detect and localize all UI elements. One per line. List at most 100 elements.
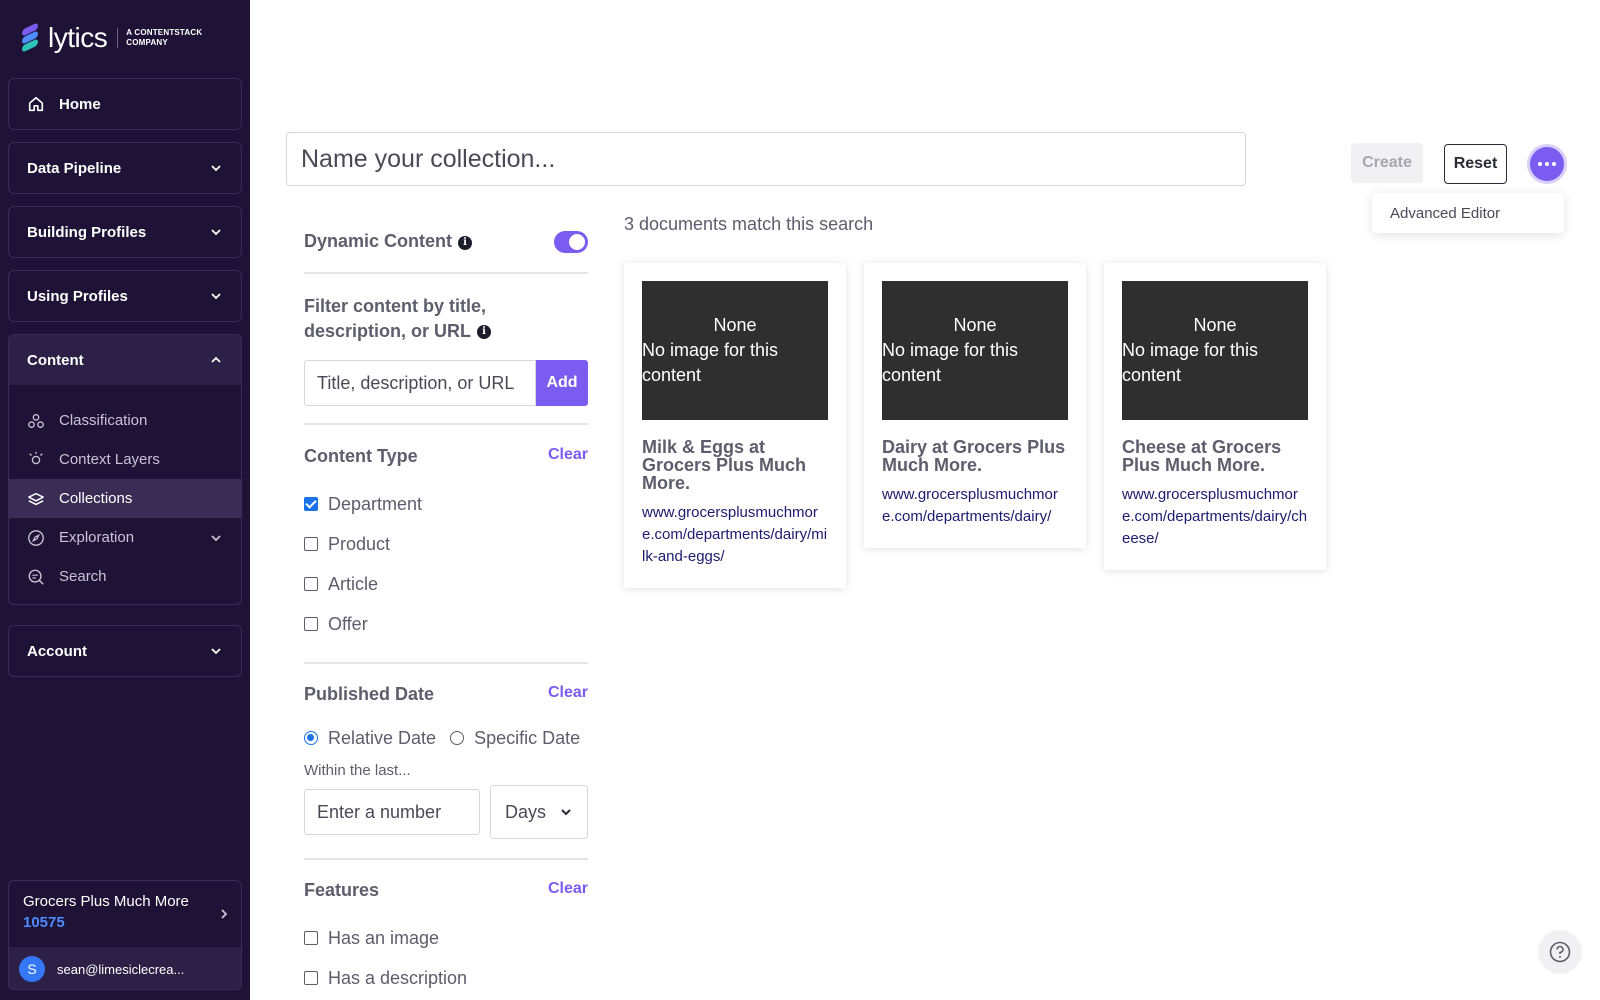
card-title: Cheese at Grocers Plus Much More. — [1122, 437, 1282, 475]
user-menu[interactable]: S sean@limesiclecrea... — [9, 947, 241, 989]
help-icon — [1549, 941, 1571, 963]
sidebar-item-label: Exploration — [59, 529, 135, 546]
checkbox[interactable] — [304, 497, 318, 511]
menu-item-advanced-editor[interactable]: Advanced Editor — [1372, 193, 1564, 233]
sidebar-item-label: Classification — [59, 412, 148, 429]
checkbox-label: Department — [328, 493, 423, 514]
checkbox-article[interactable]: Article — [304, 564, 588, 604]
text-filter-section: Filter content by title, description, or… — [304, 294, 588, 406]
nav-building-profiles[interactable]: Building Profiles — [8, 206, 242, 258]
card-image-placeholder: None No image for this content — [882, 281, 1068, 420]
card-image-label: None — [1193, 315, 1237, 335]
nav-content-group: Content Classification Context Layers Co… — [8, 334, 242, 605]
classification-icon — [28, 413, 44, 428]
dynamic-content-toggle[interactable] — [554, 231, 588, 253]
card-title: Dairy at Grocers Plus Much More. — [882, 437, 1066, 475]
checkbox-label: Offer — [328, 613, 368, 634]
card-url[interactable]: www.grocersplusmuchmore.com/departments/… — [882, 484, 1068, 528]
chevron-down-icon — [211, 293, 221, 300]
checkbox[interactable] — [304, 537, 318, 551]
number-input[interactable] — [304, 789, 480, 835]
radio-label: Specific Date — [474, 727, 581, 748]
checkbox[interactable] — [304, 577, 318, 591]
dynamic-content-label: Dynamic Content — [304, 231, 453, 251]
account-switcher[interactable]: Grocers Plus Much More 10575 S sean@lime… — [8, 880, 242, 990]
account-name: Grocers Plus Much More — [23, 893, 189, 910]
checkbox-product[interactable]: Product — [304, 524, 588, 564]
nav-account-label: Account — [27, 642, 87, 660]
card-image-message: No image for this content — [882, 340, 1019, 385]
checkbox-has-description[interactable]: Has a description — [304, 958, 588, 998]
content-type-label: Content Type — [304, 446, 418, 466]
content-card[interactable]: None No image for this content Cheese at… — [1104, 263, 1326, 570]
info-icon[interactable]: i — [458, 235, 473, 250]
chevron-up-icon — [211, 356, 221, 363]
exploration-icon — [28, 529, 44, 546]
nav-data-pipeline-label: Data Pipeline — [27, 159, 122, 177]
content-type-clear-link[interactable]: Clear — [548, 446, 588, 464]
nav-content[interactable]: Content — [9, 335, 241, 385]
nav-home[interactable]: Home — [8, 78, 242, 130]
title-url-filter-input[interactable] — [304, 360, 536, 406]
more-options-button[interactable] — [1527, 144, 1567, 184]
features-clear-link[interactable]: Clear — [548, 880, 588, 898]
checkbox[interactable] — [304, 971, 318, 985]
content-type-section: Content Type Clear Department Product Ar… — [304, 446, 588, 644]
published-date-label: Published Date — [304, 684, 435, 704]
home-icon — [28, 96, 44, 112]
search-icon — [28, 569, 44, 585]
context-layers-icon — [29, 451, 43, 464]
card-image-placeholder: None No image for this content — [1122, 281, 1308, 420]
collections-icon — [28, 492, 44, 505]
card-url[interactable]: www.grocersplusmuchmore.com/departments/… — [1122, 484, 1308, 550]
checkbox-department[interactable]: Department — [304, 484, 588, 524]
within-label: Within the last... — [304, 762, 411, 779]
results-count: 3 documents match this search — [624, 214, 874, 234]
sidebar-item-exploration[interactable]: Exploration — [9, 518, 241, 557]
checkbox[interactable] — [304, 931, 318, 945]
radio-relative-date[interactable]: Relative Date — [304, 718, 436, 758]
sidebar-item-label: Context Layers — [59, 451, 160, 468]
content-card[interactable]: None No image for this content Milk & Eg… — [624, 263, 846, 588]
sidebar-item-context-layers[interactable]: Context Layers — [9, 440, 241, 479]
sidebar-item-search[interactable]: Search — [9, 557, 241, 596]
sidebar-item-classification[interactable]: Classification — [9, 401, 241, 440]
checkbox-has-image[interactable]: Has an image — [304, 918, 588, 958]
nav-data-pipeline[interactable]: Data Pipeline — [8, 142, 242, 194]
content-card[interactable]: None No image for this content Dairy at … — [864, 263, 1086, 548]
card-url[interactable]: www.grocersplusmuchmore.com/departments/… — [642, 502, 828, 568]
checkbox-offer[interactable]: Offer — [304, 604, 588, 644]
logo-subtitle: A CONTENTSTACK COMPANY — [117, 28, 207, 48]
nav-using-profiles[interactable]: Using Profiles — [8, 270, 242, 322]
nav-account[interactable]: Account — [8, 625, 242, 677]
card-image-message: No image for this content — [1122, 340, 1259, 385]
help-button[interactable] — [1538, 930, 1582, 974]
unit-select-value: Days — [505, 801, 547, 822]
radio[interactable] — [304, 731, 318, 745]
radio[interactable] — [450, 731, 465, 745]
checkbox-label: Article — [328, 573, 379, 594]
lytics-logo[interactable]: lytics A CONTENTSTACK COMPANY — [20, 22, 207, 53]
checkbox[interactable] — [304, 617, 318, 631]
chevron-down-icon — [211, 648, 221, 655]
radio-specific-date[interactable]: Specific Date — [450, 718, 580, 758]
info-icon[interactable]: i — [477, 325, 492, 340]
create-button[interactable]: Create — [1351, 143, 1423, 183]
published-date-clear-link[interactable]: Clear — [548, 684, 588, 702]
dynamic-content-row: Dynamic Content i — [304, 231, 588, 257]
divider — [304, 272, 588, 274]
checkbox-label: Has an image — [328, 927, 440, 948]
nav-home-label: Home — [59, 95, 101, 113]
more-dots-icon — [1538, 162, 1556, 166]
collection-name-input[interactable] — [286, 132, 1246, 186]
reset-button[interactable]: Reset — [1444, 144, 1507, 184]
card-image-message: No image for this content — [642, 340, 779, 385]
checkbox-label: Product — [328, 533, 391, 554]
sidebar-item-collections[interactable]: Collections — [9, 479, 241, 518]
unit-select[interactable]: Days — [490, 785, 588, 839]
chevron-down-icon — [561, 809, 571, 816]
account-id: 10575 — [23, 914, 65, 931]
add-filter-button[interactable]: Add — [536, 360, 588, 406]
chevron-down-icon — [211, 165, 221, 172]
card-image-label: None — [953, 315, 997, 335]
